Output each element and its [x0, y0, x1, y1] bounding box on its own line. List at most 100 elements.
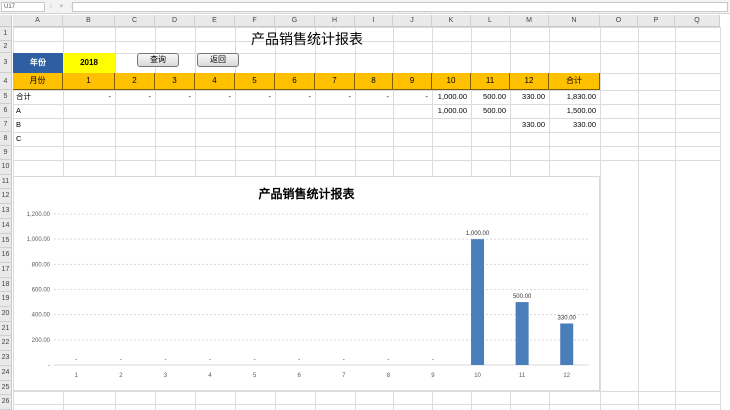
row-header-9[interactable]: 9	[0, 146, 12, 160]
table-cell[interactable]: 1,000.00	[432, 104, 471, 117]
sales-chart[interactable]: 产品销售统计报表 -200.00 400.00 600.00 800.00 1,000.…	[13, 176, 600, 391]
table-cell[interactable]	[115, 132, 155, 145]
row-header-12[interactable]: 12	[0, 189, 12, 205]
table-header-cell[interactable]: 3	[155, 73, 195, 90]
column-header-j[interactable]: J	[393, 15, 432, 27]
column-header-c[interactable]: C	[115, 15, 155, 27]
column-header-m[interactable]: M	[510, 15, 549, 27]
column-header-d[interactable]: D	[155, 15, 195, 27]
table-cell[interactable]: 330.00	[510, 118, 549, 131]
column-header-f[interactable]: F	[235, 15, 275, 27]
table-header-cell[interactable]: 6	[275, 73, 315, 90]
table-header-cell[interactable]: 9	[393, 73, 432, 90]
table-cell[interactable]	[235, 118, 275, 131]
table-cell[interactable]: -	[155, 90, 195, 103]
table-row-label[interactable]: C	[13, 132, 63, 145]
name-box[interactable]: U17	[1, 2, 45, 12]
table-header-cell[interactable]: 8	[355, 73, 393, 90]
table-cell[interactable]: 330.00	[510, 90, 549, 103]
table-cell[interactable]: -	[235, 90, 275, 103]
table-cell[interactable]: 1,830.00	[549, 90, 600, 103]
table-cell[interactable]	[510, 132, 549, 145]
table-cell[interactable]	[155, 104, 195, 117]
table-cell[interactable]	[355, 132, 393, 145]
table-cell[interactable]	[115, 104, 155, 117]
year-value-cell[interactable]: 2018	[63, 53, 115, 73]
table-cell[interactable]: -	[115, 90, 155, 103]
column-header-o[interactable]: O	[600, 15, 638, 27]
row-header-25[interactable]: 25	[0, 380, 12, 396]
table-cell[interactable]	[195, 132, 235, 145]
column-header-b[interactable]: B	[63, 15, 115, 27]
table-row-label[interactable]: B	[13, 118, 63, 131]
table-cell[interactable]	[275, 104, 315, 117]
row-header-7[interactable]: 7	[0, 118, 12, 132]
row-header-4[interactable]: 4	[0, 73, 12, 90]
row-header-16[interactable]: 16	[0, 248, 12, 263]
table-cell[interactable]	[275, 132, 315, 145]
chart-bar[interactable]	[471, 239, 485, 365]
column-header-e[interactable]: E	[195, 15, 235, 27]
row-header-6[interactable]: 6	[0, 104, 12, 118]
table-cell[interactable]	[315, 104, 355, 117]
table-header-cell[interactable]: 10	[432, 73, 471, 90]
column-header-g[interactable]: G	[275, 15, 315, 27]
table-cell[interactable]	[195, 118, 235, 131]
column-header-l[interactable]: L	[471, 15, 510, 27]
table-header-cell[interactable]: 2	[115, 73, 155, 90]
row-header-22[interactable]: 22	[0, 336, 12, 352]
table-header-cell[interactable]: 5	[235, 73, 275, 90]
table-cell[interactable]: -	[63, 90, 115, 103]
table-cell[interactable]: 330.00	[549, 118, 600, 131]
select-all-corner[interactable]	[0, 15, 12, 27]
table-cell[interactable]	[63, 104, 115, 117]
table-cell[interactable]: -	[275, 90, 315, 103]
table-cell[interactable]: 500.00	[471, 90, 510, 103]
row-header-8[interactable]: 8	[0, 132, 12, 146]
query-button[interactable]: 查询	[137, 53, 179, 67]
table-header-cell[interactable]: 7	[315, 73, 355, 90]
back-button[interactable]: 返回	[197, 53, 239, 67]
row-header-26[interactable]: 26	[0, 395, 12, 410]
chart-bar[interactable]	[560, 323, 574, 365]
table-cell[interactable]	[235, 132, 275, 145]
row-header-14[interactable]: 14	[0, 218, 12, 234]
table-cell[interactable]	[355, 104, 393, 117]
row-header-23[interactable]: 23	[0, 351, 12, 366]
row-header-24[interactable]: 24	[0, 365, 12, 381]
table-cell[interactable]	[432, 118, 471, 131]
table-header-cell[interactable]: 12	[510, 73, 549, 90]
row-header-13[interactable]: 13	[0, 204, 12, 219]
table-header-cell[interactable]: 4	[195, 73, 235, 90]
table-cell[interactable]	[275, 118, 315, 131]
table-cell[interactable]	[549, 132, 600, 145]
table-cell[interactable]	[63, 118, 115, 131]
table-cell[interactable]: 1,000.00	[432, 90, 471, 103]
column-header-p[interactable]: P	[638, 15, 675, 27]
row-header-21[interactable]: 21	[0, 321, 12, 337]
table-cell[interactable]	[432, 132, 471, 145]
table-header-cell[interactable]: 月份	[13, 73, 63, 90]
table-cell[interactable]: 1,500.00	[549, 104, 600, 117]
column-header-n[interactable]: N	[549, 15, 600, 27]
table-header-cell[interactable]: 11	[471, 73, 510, 90]
row-header-1[interactable]: 1	[0, 27, 12, 41]
column-header-k[interactable]: K	[432, 15, 471, 27]
table-cell[interactable]: -	[393, 90, 432, 103]
row-header-5[interactable]: 5	[0, 90, 12, 104]
row-header-18[interactable]: 18	[0, 277, 12, 293]
table-cell[interactable]	[155, 118, 195, 131]
table-cell[interactable]	[155, 132, 195, 145]
table-cell[interactable]	[63, 132, 115, 145]
row-header-11[interactable]: 11	[0, 174, 12, 190]
table-cell[interactable]: 500.00	[471, 104, 510, 117]
table-cell[interactable]: -	[355, 90, 393, 103]
table-cell[interactable]	[471, 118, 510, 131]
column-header-a[interactable]: A	[13, 15, 63, 27]
row-header-2[interactable]: 2	[0, 41, 12, 53]
table-header-cell[interactable]: 1	[63, 73, 115, 90]
row-header-17[interactable]: 17	[0, 262, 12, 278]
table-header-cell[interactable]: 合计	[549, 73, 600, 90]
formula-input[interactable]	[72, 2, 728, 12]
table-cell[interactable]: -	[315, 90, 355, 103]
